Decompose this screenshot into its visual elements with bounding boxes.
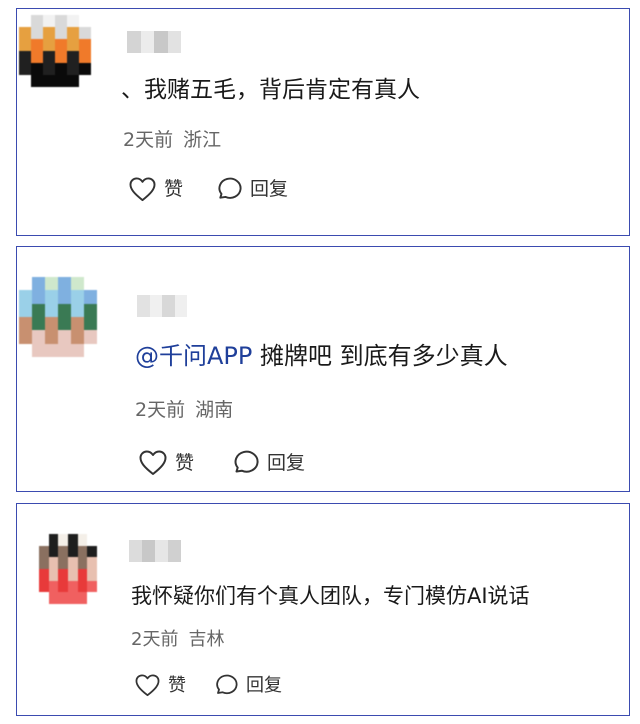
comment-text: 、我赌五毛，背后肯定有真人 — [121, 77, 420, 103]
comment-card: @千问APP 摊牌吧 到底有多少真人 2天前 湖南 赞 回复 — [16, 246, 630, 492]
location: 湖南 — [195, 399, 234, 421]
speech-bubble-icon — [234, 450, 259, 473]
timestamp: 2天前 — [123, 129, 174, 151]
reply-button[interactable]: 回复 — [231, 450, 305, 476]
timestamp: 2天前 — [135, 399, 186, 421]
reply-label: 回复 — [250, 178, 289, 200]
reply-label: 回复 — [246, 674, 282, 696]
timestamp: 2天前 — [131, 629, 179, 650]
like-button[interactable]: 赞 — [135, 674, 186, 697]
comment-meta: 2天前 湖南 — [135, 401, 233, 420]
comment-meta: 2天前 吉林 — [131, 631, 224, 649]
comment-meta: 2天前 浙江 — [123, 131, 221, 150]
avatar[interactable] — [19, 277, 97, 357]
like-label: 赞 — [168, 674, 186, 696]
heart-icon — [129, 177, 156, 202]
like-label: 赞 — [164, 178, 184, 200]
comment-text: @千问APP 摊牌吧 到底有多少真人 — [135, 342, 508, 370]
username[interactable] — [129, 540, 181, 562]
location: 浙江 — [183, 129, 222, 151]
username[interactable] — [127, 31, 181, 53]
mention-link[interactable]: @千问APP — [135, 342, 252, 370]
reply-button[interactable]: 回复 — [215, 177, 288, 202]
heart-icon — [139, 450, 167, 475]
reply-label: 回复 — [267, 451, 306, 474]
location: 吉林 — [188, 629, 225, 650]
avatar[interactable] — [19, 15, 91, 87]
speech-bubble-icon — [216, 674, 238, 695]
reply-button[interactable]: 回复 — [213, 674, 282, 697]
heart-icon — [135, 674, 160, 697]
comment-card: 我怀疑你们有个真人团队，专门模仿AI说话 2天前 吉林 赞 回复 — [16, 503, 630, 716]
like-button[interactable]: 赞 — [129, 177, 183, 202]
avatar[interactable] — [39, 534, 97, 604]
like-button[interactable]: 赞 — [139, 450, 194, 476]
like-label: 赞 — [175, 451, 195, 474]
username[interactable] — [137, 295, 187, 317]
speech-bubble-icon — [218, 177, 242, 199]
comment-card: 、我赌五毛，背后肯定有真人 2天前 浙江 赞 回复 — [16, 8, 630, 236]
comment-text: 我怀疑你们有个真人团队，专门模仿AI说话 — [131, 584, 530, 608]
